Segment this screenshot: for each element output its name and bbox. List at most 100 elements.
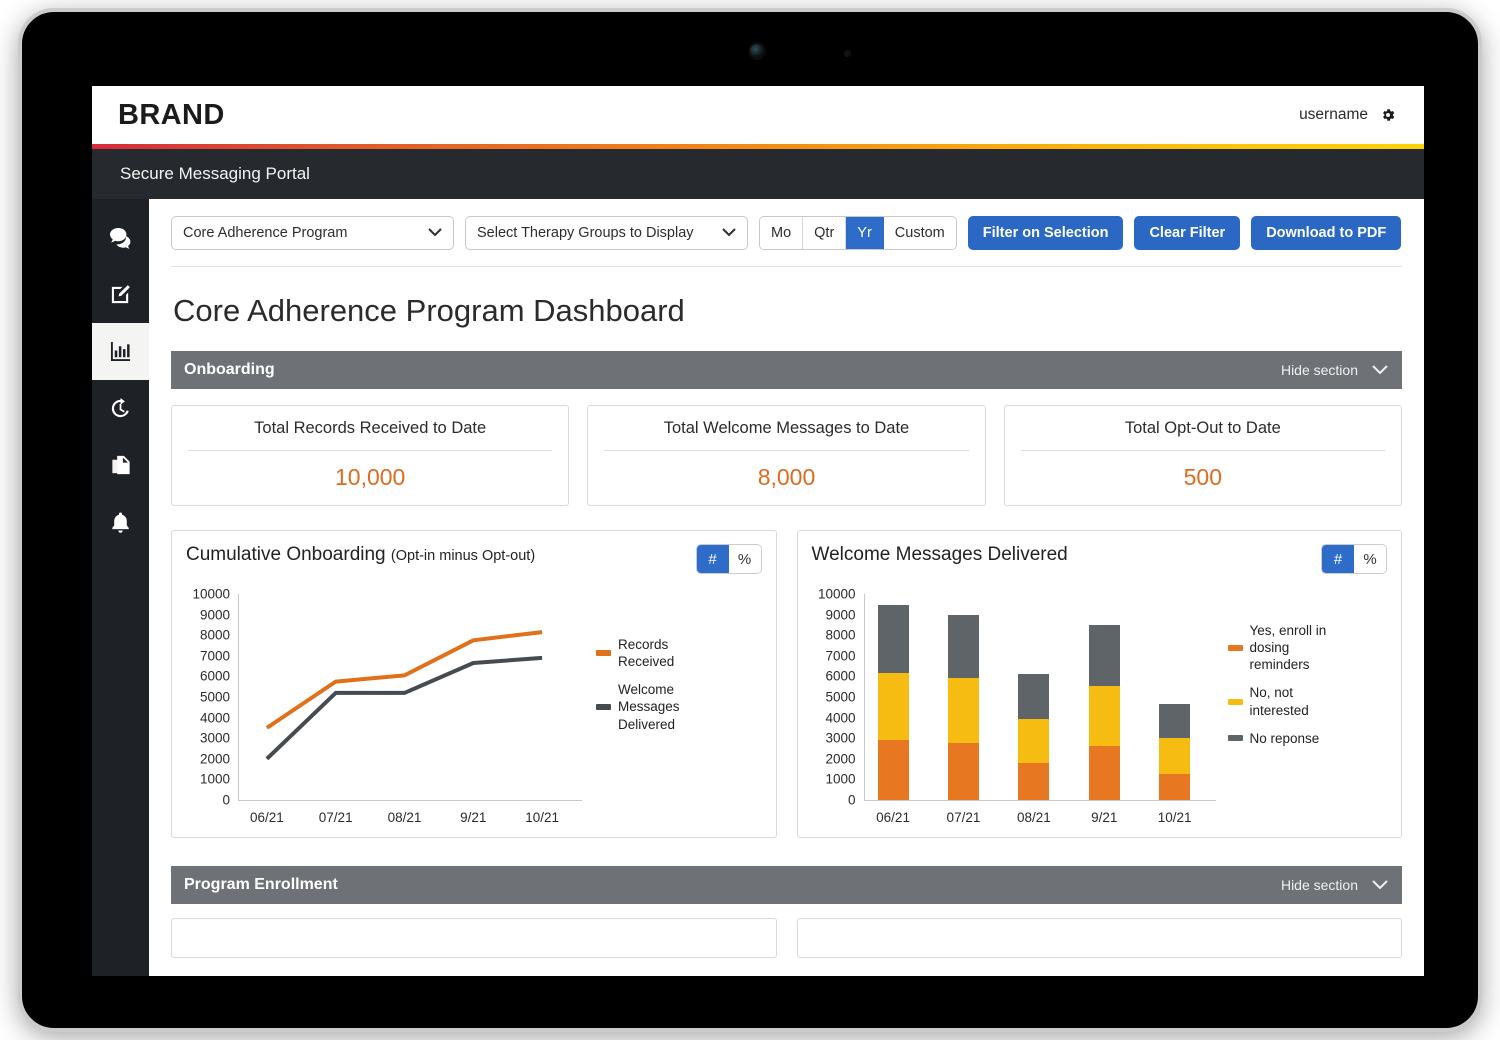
chart-toggle-line: # % bbox=[695, 544, 762, 574]
stat-card-row: Total Records Received to Date 10,000 To… bbox=[171, 389, 1402, 506]
period-option-qtr[interactable]: Qtr bbox=[803, 217, 847, 249]
main-content: Core Adherence Program Select Therapy Gr… bbox=[149, 199, 1424, 976]
chart-row-enrollment bbox=[171, 904, 1402, 958]
filter-toolbar: Core Adherence Program Select Therapy Gr… bbox=[171, 199, 1402, 267]
chart-legend: Records Received Welcome Messages Deliver… bbox=[596, 636, 704, 744]
y-axis-tick-label: 2000 bbox=[199, 751, 230, 767]
y-axis-tick-label: 9000 bbox=[825, 607, 856, 623]
program-select[interactable]: Core Adherence Program bbox=[171, 216, 454, 250]
line-series-svg bbox=[265, 630, 543, 761]
toggle-percent[interactable]: % bbox=[1354, 545, 1386, 573]
chevron-down-icon bbox=[1372, 877, 1388, 893]
stat-card-records-received: Total Records Received to Date 10,000 bbox=[171, 405, 570, 506]
chevron-down-icon bbox=[1372, 362, 1388, 378]
bar-segment bbox=[1159, 738, 1191, 775]
bar-segment bbox=[1088, 624, 1120, 686]
y-axis-tick-label: 5000 bbox=[825, 689, 856, 705]
ambient-sensor bbox=[844, 50, 851, 57]
period-segmented-control: Mo Qtr Yr Custom bbox=[759, 216, 957, 250]
sidebar-item-messages[interactable] bbox=[92, 209, 149, 266]
sidebar-item-compose[interactable] bbox=[92, 266, 149, 323]
chart-row: Cumulative Onboarding (Opt-in minus Opt-… bbox=[171, 506, 1402, 838]
y-axis-tick-label: 1000 bbox=[199, 771, 230, 787]
toggle-percent[interactable]: % bbox=[728, 545, 761, 573]
chart-subtitle-text: (Opt-in minus Opt-out) bbox=[390, 548, 536, 564]
hide-section-label: Hide section bbox=[1280, 362, 1358, 378]
chart-card-cumulative-onboarding: Cumulative Onboarding (Opt-in minus Opt-… bbox=[171, 530, 777, 838]
chart-toggle-bar: # % bbox=[1321, 544, 1387, 574]
y-axis-tick-label: 8000 bbox=[825, 627, 856, 643]
chart-title-cumulative-onboarding: Cumulative Onboarding (Opt-in minus Opt-… bbox=[186, 544, 535, 566]
y-axis-tick-label: 0 bbox=[847, 792, 856, 808]
bar-segment bbox=[877, 673, 909, 741]
stat-label: Total Opt-Out to Date bbox=[1124, 419, 1281, 437]
chart-title-welcome-messages: Welcome Messages Delivered bbox=[811, 544, 1068, 565]
period-option-yr[interactable]: Yr bbox=[846, 217, 884, 249]
chart-card-enrollment-right bbox=[796, 918, 1402, 958]
y-axis-tick-label: 10000 bbox=[192, 586, 230, 602]
chevron-down-icon bbox=[428, 225, 442, 241]
stat-label: Total Welcome Messages to Date bbox=[663, 419, 910, 437]
chart-title-text: Cumulative Onboarding bbox=[186, 544, 386, 565]
bar-segment bbox=[877, 740, 909, 800]
sidebar-item-reports[interactable] bbox=[92, 323, 149, 380]
legend-label: No reponse bbox=[1249, 730, 1320, 746]
x-axis-tick-label: 10/21 bbox=[525, 810, 559, 825]
stat-card-opt-out: Total Opt-Out to Date 500 bbox=[1003, 405, 1402, 506]
copy-documents-icon bbox=[110, 454, 132, 477]
brand-logo: BRAND bbox=[118, 98, 225, 131]
chart-card-enrollment-left bbox=[171, 918, 777, 958]
history-clock-icon bbox=[109, 397, 132, 420]
y-axis-tick-label: 0 bbox=[222, 792, 230, 808]
section-header-onboarding: Onboarding Hide section bbox=[171, 351, 1402, 389]
sidebar-nav bbox=[92, 199, 149, 976]
toggle-number[interactable]: # bbox=[1322, 545, 1354, 573]
period-option-mo[interactable]: Mo bbox=[760, 217, 804, 249]
sidebar-item-history[interactable] bbox=[92, 380, 149, 437]
section-title-enrollment: Program Enrollment bbox=[184, 876, 338, 893]
hide-section-onboarding[interactable]: Hide section bbox=[1281, 362, 1388, 378]
y-axis-tick-label: 10000 bbox=[817, 586, 856, 602]
y-axis-tick-label: 3000 bbox=[825, 730, 856, 746]
bar-segment bbox=[1159, 774, 1191, 800]
legend-swatch bbox=[1227, 735, 1243, 742]
legend-swatch bbox=[1227, 698, 1243, 705]
download-to-pdf-button[interactable]: Download to PDF bbox=[1251, 216, 1402, 250]
app-screen: BRAND username Secure Messaging Portal C… bbox=[92, 86, 1424, 976]
x-axis-tick-label: 06/21 bbox=[876, 810, 910, 825]
bar-segment bbox=[1159, 704, 1191, 739]
y-axis-tick-label: 9000 bbox=[199, 607, 230, 623]
x-axis-tick-label: 08/21 bbox=[387, 810, 422, 825]
legend-swatch bbox=[1227, 644, 1243, 651]
y-axis-tick-label: 1000 bbox=[825, 771, 856, 787]
period-option-custom[interactable]: Custom bbox=[883, 217, 956, 249]
therapy-groups-select[interactable]: Select Therapy Groups to Display bbox=[465, 216, 748, 250]
gear-icon[interactable] bbox=[1380, 107, 1396, 123]
x-axis-tick-label: 06/21 bbox=[249, 810, 284, 825]
bar-chart-plot: 0 1000 2000 3000 4000 5000 6000 7000 8000 9000 100… bbox=[812, 586, 1388, 838]
brand-header: BRAND username bbox=[92, 86, 1424, 144]
y-axis-tick-label: 4000 bbox=[199, 710, 230, 726]
username-label: username bbox=[1299, 106, 1368, 123]
y-axis-tick-label: 8000 bbox=[199, 627, 230, 643]
chevron-down-icon bbox=[722, 225, 736, 241]
x-axis-tick-label: 07/21 bbox=[946, 810, 981, 825]
compose-edit-icon bbox=[109, 283, 132, 306]
sidebar-item-documents[interactable] bbox=[92, 437, 149, 494]
filter-on-selection-button[interactable]: Filter on Selection bbox=[967, 216, 1124, 250]
sidebar-item-alerts[interactable] bbox=[92, 494, 149, 551]
section-title-onboarding: Onboarding bbox=[184, 361, 275, 378]
hide-section-enrollment[interactable]: Hide section bbox=[1281, 877, 1388, 893]
program-select-value: Core Adherence Program bbox=[183, 225, 348, 241]
line-series-1 bbox=[265, 655, 543, 761]
y-axis-tick-label: 3000 bbox=[199, 730, 230, 746]
front-camera bbox=[748, 42, 766, 60]
clear-filter-button[interactable]: Clear Filter bbox=[1134, 216, 1241, 250]
stat-value: 8,000 bbox=[757, 464, 816, 490]
stat-value: 500 bbox=[1183, 464, 1222, 490]
bar-segment bbox=[947, 678, 979, 744]
page-title: Core Adherence Program Dashboard bbox=[173, 293, 685, 328]
tablet-device-frame: BRAND username Secure Messaging Portal C… bbox=[18, 8, 1482, 1032]
toggle-number[interactable]: # bbox=[696, 545, 729, 573]
legend-label: Welcome Messages Delivered bbox=[618, 682, 680, 732]
